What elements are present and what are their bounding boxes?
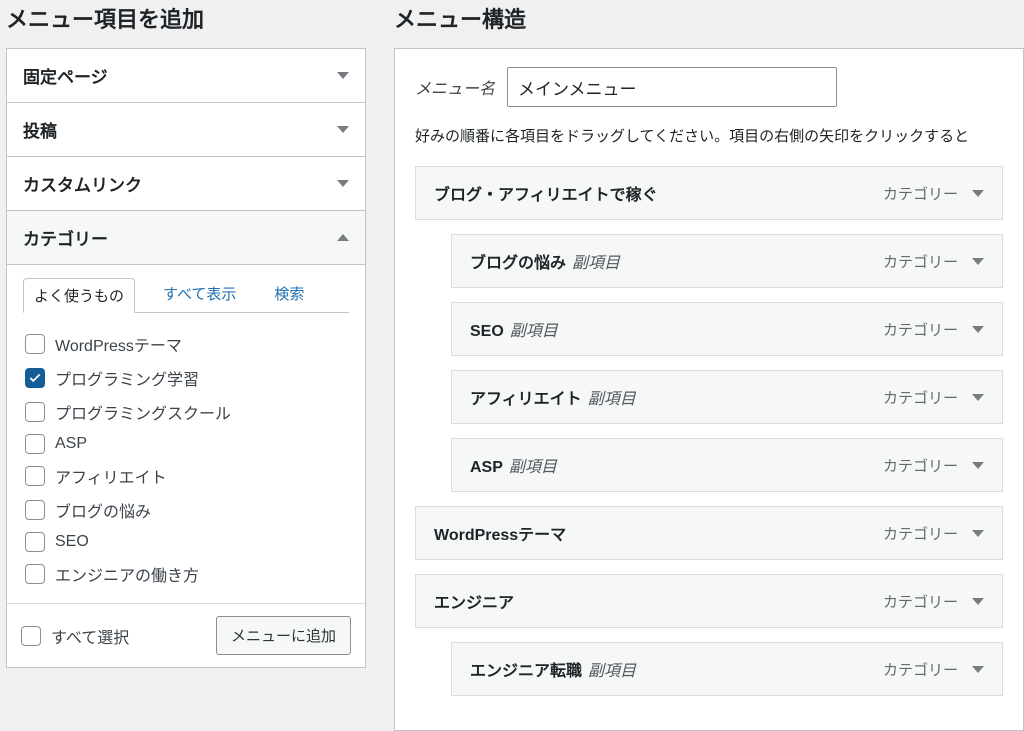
tab-all[interactable]: すべて表示 xyxy=(153,277,246,312)
menu-name-label: メニュー名 xyxy=(415,75,495,99)
menu-item[interactable]: WordPressテーマ カテゴリー xyxy=(415,506,1003,560)
menu-item-type: カテゴリー xyxy=(883,591,958,612)
chevron-down-icon[interactable] xyxy=(972,394,984,401)
category-label: WordPressテーマ xyxy=(55,332,182,356)
subitem-label: 副項目 xyxy=(509,459,557,476)
category-label: SEO xyxy=(55,533,89,551)
accordion-custom-links-label: カスタムリンク xyxy=(23,171,142,196)
category-row[interactable]: アフィリエイト xyxy=(25,459,347,493)
menu-item-type: カテゴリー xyxy=(883,659,958,680)
chevron-down-icon xyxy=(337,72,349,79)
menu-item-label: ブログ・アフィリエイトで稼ぐ xyxy=(434,187,658,204)
menu-item-type: カテゴリー xyxy=(883,251,958,272)
menu-item[interactable]: エンジニア カテゴリー xyxy=(415,574,1003,628)
category-checkbox[interactable] xyxy=(25,368,45,388)
chevron-up-icon xyxy=(337,234,349,241)
category-row[interactable]: プログラミングスクール xyxy=(25,395,347,429)
menu-name-input[interactable] xyxy=(507,67,837,107)
menu-item-label: WordPressテーマ xyxy=(434,527,566,544)
subitem-label: 副項目 xyxy=(572,255,620,272)
menu-item[interactable]: エンジニア転職副項目 カテゴリー xyxy=(451,642,1003,696)
chevron-down-icon[interactable] xyxy=(972,530,984,537)
menu-item-type: カテゴリー xyxy=(883,387,958,408)
add-to-menu-button[interactable]: メニューに追加 xyxy=(216,616,351,655)
subitem-label: 副項目 xyxy=(588,663,636,680)
accordion-categories-label: カテゴリー xyxy=(23,225,108,250)
category-checkbox[interactable] xyxy=(25,564,45,584)
drag-hint: 好みの順番に各項目をドラッグしてください。項目の右側の矢印をクリックすると xyxy=(395,125,1023,166)
add-items-heading: メニュー項目を追加 xyxy=(6,2,366,34)
category-checkbox[interactable] xyxy=(25,466,45,486)
accordion-pages[interactable]: 固定ページ xyxy=(6,48,366,103)
subitem-label: 副項目 xyxy=(588,391,636,408)
chevron-down-icon[interactable] xyxy=(972,190,984,197)
category-checkbox[interactable] xyxy=(25,402,45,422)
chevron-down-icon[interactable] xyxy=(972,326,984,333)
category-label: エンジニアの働き方 xyxy=(55,562,199,586)
menu-item-type: カテゴリー xyxy=(883,455,958,476)
menu-item-label: ASP xyxy=(470,459,503,476)
category-label: ASP xyxy=(55,435,87,453)
category-row[interactable]: SEO xyxy=(25,527,347,557)
menu-item-type: カテゴリー xyxy=(883,523,958,544)
tab-search[interactable]: 検索 xyxy=(264,277,314,312)
chevron-down-icon xyxy=(337,180,349,187)
menu-item-label: エンジニア転職 xyxy=(470,663,582,680)
chevron-down-icon xyxy=(337,126,349,133)
menu-item[interactable]: ブログ・アフィリエイトで稼ぐ カテゴリー xyxy=(415,166,1003,220)
menu-item-type: カテゴリー xyxy=(883,183,958,204)
menu-structure-heading: メニュー構造 xyxy=(394,2,1024,34)
subitem-label: 副項目 xyxy=(510,323,558,340)
category-checkbox[interactable] xyxy=(25,500,45,520)
category-row[interactable]: ASP xyxy=(25,429,347,459)
select-all-label: すべて選択 xyxy=(51,624,129,648)
menu-item-label: SEO xyxy=(470,323,504,340)
accordion-posts-label: 投稿 xyxy=(23,117,57,142)
menu-item[interactable]: ASP 副項目 カテゴリー xyxy=(451,438,1003,492)
chevron-down-icon[interactable] xyxy=(972,598,984,605)
menu-item-label: アフィリエイト xyxy=(470,391,582,408)
menu-item[interactable]: アフィリエイト副項目 カテゴリー xyxy=(451,370,1003,424)
category-label: アフィリエイト xyxy=(55,464,167,488)
accordion-posts[interactable]: 投稿 xyxy=(6,103,366,157)
menu-item-label: エンジニア xyxy=(434,595,514,612)
menu-item-type: カテゴリー xyxy=(883,319,958,340)
category-row[interactable]: ブログの悩み xyxy=(25,493,347,527)
tab-frequent[interactable]: よく使うもの xyxy=(23,278,135,313)
accordion-pages-label: 固定ページ xyxy=(23,63,108,88)
chevron-down-icon[interactable] xyxy=(972,258,984,265)
category-checkbox[interactable] xyxy=(25,532,45,552)
menu-item-label: ブログの悩み xyxy=(470,255,566,272)
select-all-checkbox[interactable] xyxy=(21,626,41,646)
category-label: プログラミングスクール xyxy=(55,400,231,424)
menu-item[interactable]: ブログの悩み副項目 カテゴリー xyxy=(451,234,1003,288)
category-label: ブログの悩み xyxy=(55,498,151,522)
accordion-custom-links[interactable]: カスタムリンク xyxy=(6,157,366,211)
menu-item[interactable]: SEO 副項目 カテゴリー xyxy=(451,302,1003,356)
category-row[interactable]: WordPressテーマ xyxy=(25,327,347,361)
chevron-down-icon[interactable] xyxy=(972,666,984,673)
category-row[interactable]: プログラミング学習 xyxy=(25,361,347,395)
accordion-categories[interactable]: カテゴリー よく使うもの すべて表示 検索 WordPressテーマプログラミン… xyxy=(6,211,366,668)
structure-panel: メニュー名 好みの順番に各項目をドラッグしてください。項目の右側の矢印をクリック… xyxy=(394,48,1024,731)
category-label: プログラミング学習 xyxy=(55,366,199,390)
category-row[interactable]: エンジニアの働き方 xyxy=(25,557,347,591)
chevron-down-icon[interactable] xyxy=(972,462,984,469)
category-checkbox[interactable] xyxy=(25,334,45,354)
category-checkbox[interactable] xyxy=(25,434,45,454)
